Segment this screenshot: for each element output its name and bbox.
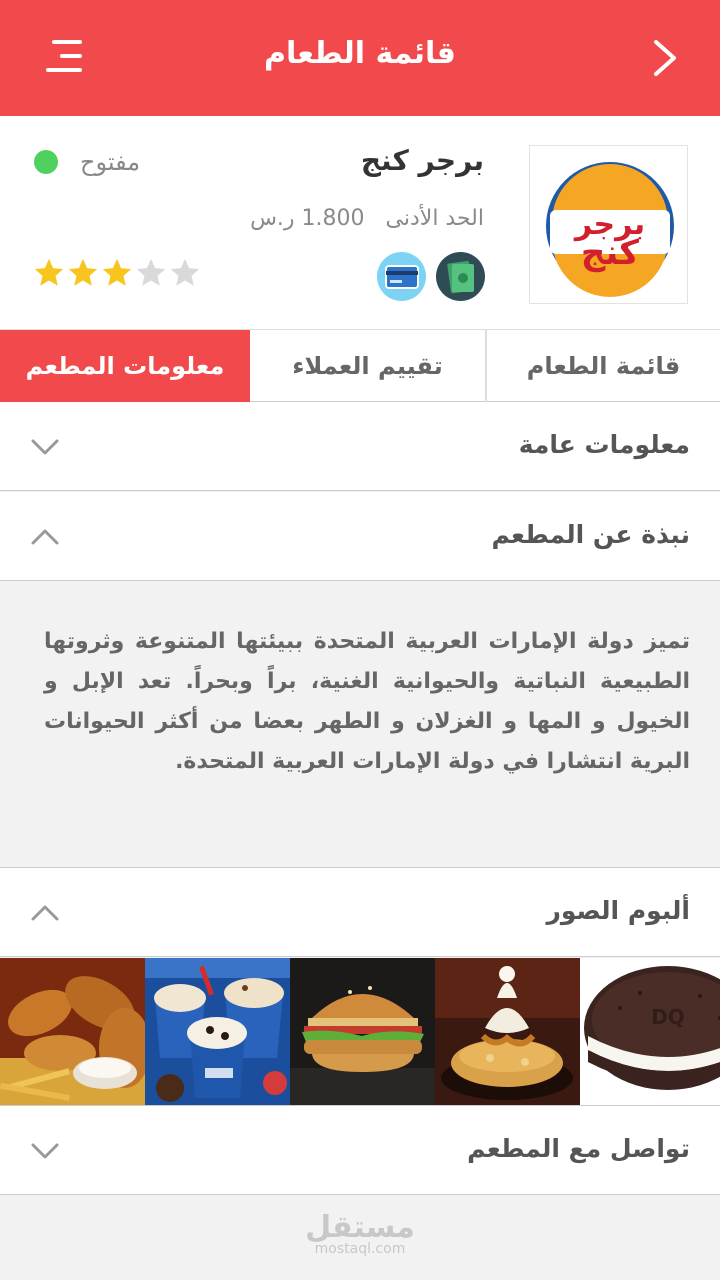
restaurant-tabs: معلومات المطعم تقييم العملاء قائمة الطعا… [0,330,720,402]
section-photo-album-label: ألبوم الصور [546,896,690,925]
star-filled-icon [68,258,98,286]
top-bar: قائمة الطعام [0,0,720,116]
chevron-up-icon[interactable] [30,898,60,928]
chicken-tenders-photo[interactable] [0,958,145,1105]
section-contact-label: تواصل مع المطعم [467,1134,690,1163]
rating-stars [32,256,202,290]
credit-card-icon [377,252,426,301]
star-empty-icon [136,258,166,286]
watermark-logo-text: مستقل [305,1210,415,1245]
restaurant-logo: برجر كنج [529,145,688,304]
ice-cream-sandwich-photo[interactable]: DQ [580,958,720,1105]
about-text-panel: تميز دولة الإمارات العربية المتحدة ببيئت… [0,582,720,868]
chevron-up-icon[interactable] [30,522,60,552]
restaurant-name: برجر كنج [360,144,484,177]
sundae-photo[interactable] [435,958,580,1105]
star-filled-icon [34,258,64,286]
about-text: تميز دولة الإمارات العربية المتحدة ببيئت… [44,629,690,774]
status-dot-icon [34,150,58,174]
chicken-sandwich-photo[interactable] [290,958,435,1105]
open-status: مفتوح [34,148,140,176]
chevron-right-icon[interactable] [650,38,680,78]
logo-bottom-text: كنج [581,233,639,273]
section-general-info-label: معلومات عامة [518,430,690,459]
payment-methods [377,252,485,301]
chevron-down-icon[interactable] [30,1136,60,1166]
watermark-url: mostaql.com [314,1241,406,1257]
restaurant-header: برجر كنج برجر كنج الحد الأدنى 1.800 ر.س … [0,116,720,330]
photo-album-strip[interactable]: DQ [0,958,720,1106]
cash-icon [436,252,485,301]
section-about[interactable]: نبذة عن المطعم [0,492,720,581]
tab-food-menu[interactable]: قائمة الطعام [486,330,720,402]
chevron-down-icon[interactable] [30,432,60,462]
svg-text:DQ: DQ [651,1005,685,1029]
section-general-info[interactable]: معلومات عامة [0,402,720,491]
blizzard-cups-photo[interactable] [145,958,290,1105]
status-text: مفتوح [80,148,141,176]
section-photo-album[interactable]: ألبوم الصور [0,868,720,957]
min-order-value: 1.800 ر.س [250,206,365,231]
section-contact[interactable]: تواصل مع المطعم [0,1106,720,1195]
min-order-label: الحد الأدنى [385,206,484,231]
tab-customer-reviews[interactable]: تقييم العملاء [250,330,486,402]
star-empty-icon [170,258,200,286]
watermark: مستقل mostaql.com [0,1210,720,1257]
tab-restaurant-info[interactable]: معلومات المطعم [0,330,250,402]
page-title: قائمة الطعام [264,36,456,71]
min-order: الحد الأدنى 1.800 ر.س [250,206,484,231]
star-filled-icon [102,258,132,286]
section-about-label: نبذة عن المطعم [491,520,690,549]
